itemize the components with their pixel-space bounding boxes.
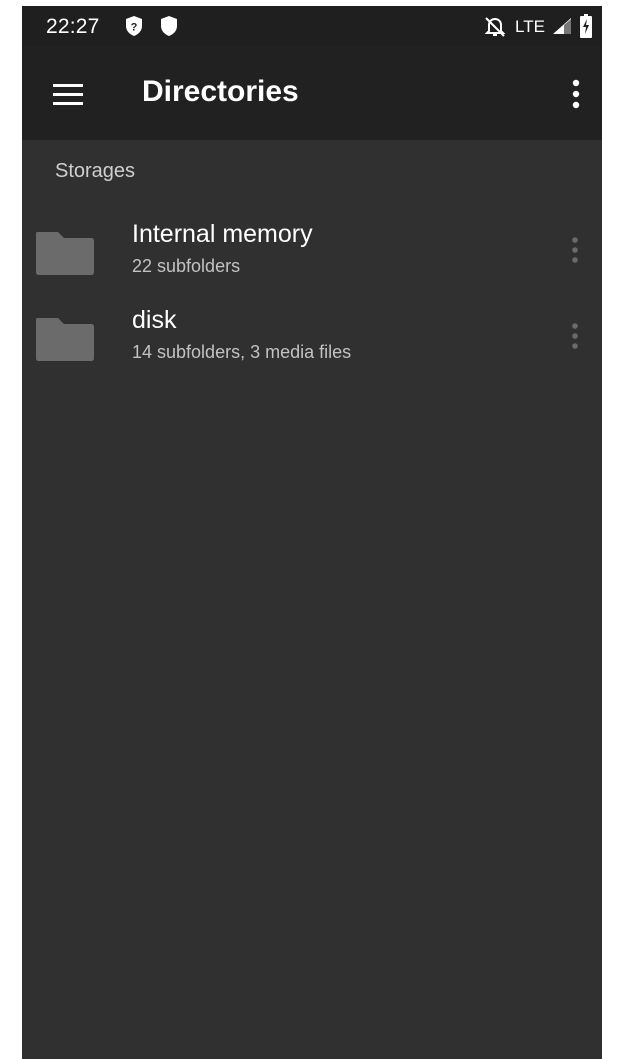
status-time: 22:27 — [46, 15, 100, 38]
folder-icon — [34, 314, 96, 364]
network-type-label: LTE — [515, 17, 545, 36]
status-bar: 22:27 ? LTE — [22, 6, 602, 46]
item-more-vert-icon[interactable] — [560, 318, 590, 358]
storage-item-disk[interactable]: disk 14 subfolders, 3 media files — [22, 300, 602, 384]
storage-subtitle: 22 subfolders — [132, 256, 241, 276]
storage-title: Internal memory — [132, 220, 313, 248]
storage-item-internal-memory[interactable]: Internal memory 22 subfolders — [22, 214, 602, 298]
shield-icon — [160, 15, 178, 42]
page-title: Directories — [142, 75, 299, 108]
phone-screen: 22:27 ? LTE Directories Storages Interna… — [22, 6, 602, 1059]
svg-text:?: ? — [131, 22, 138, 34]
signal-icon — [552, 17, 572, 40]
hamburger-menu-icon[interactable] — [42, 70, 90, 118]
help-badge-icon: ? — [124, 15, 144, 42]
storage-subtitle: 14 subfolders, 3 media files — [132, 342, 352, 362]
section-header-storages: Storages — [55, 160, 136, 182]
item-more-vert-icon[interactable] — [560, 232, 590, 272]
storage-title: disk — [132, 306, 177, 334]
more-vert-icon[interactable] — [556, 70, 596, 118]
battery-charging-icon — [580, 14, 592, 43]
app-bar: Directories — [22, 46, 602, 140]
folder-icon — [34, 228, 96, 278]
alarm-off-icon — [484, 15, 506, 42]
